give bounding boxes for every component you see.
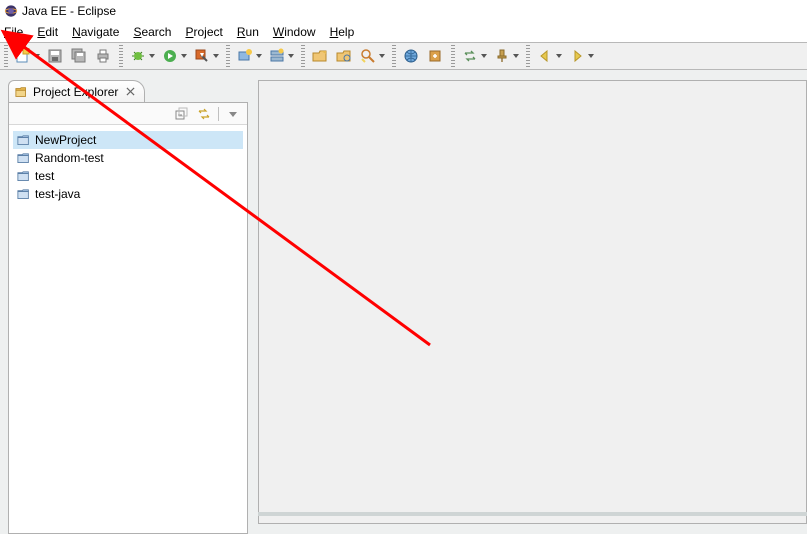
toggle-dropdown[interactable] <box>480 54 488 58</box>
tree-item[interactable]: test-java <box>13 185 243 203</box>
separator <box>218 107 219 121</box>
open-task-button[interactable] <box>333 45 355 67</box>
menu-window[interactable]: Window <box>273 25 316 39</box>
folder-tree-icon <box>15 85 29 99</box>
menu-search[interactable]: Search <box>133 25 171 39</box>
menu-edit[interactable]: Edit <box>37 25 58 39</box>
new-button[interactable] <box>12 45 34 67</box>
run-dropdown[interactable] <box>180 54 188 58</box>
project-folder-icon <box>17 152 31 164</box>
collapse-all-button[interactable] <box>174 106 190 122</box>
run-button[interactable] <box>159 45 181 67</box>
tree-item[interactable]: test <box>13 167 243 185</box>
open-type-button[interactable] <box>309 45 331 67</box>
debug-dropdown[interactable] <box>148 54 156 58</box>
title-bar: Java EE - Eclipse <box>0 0 807 22</box>
editor-area <box>258 80 807 534</box>
debug-button[interactable] <box>127 45 149 67</box>
link-editor-button[interactable] <box>196 106 212 122</box>
forward-dropdown[interactable] <box>587 54 595 58</box>
search-dropdown[interactable] <box>378 54 386 58</box>
search-button[interactable] <box>357 45 379 67</box>
view-menu-button[interactable] <box>225 106 241 122</box>
back-button[interactable] <box>534 45 556 67</box>
workspace: Project Explorer NewProject <box>0 70 807 534</box>
new-project-button[interactable] <box>234 45 256 67</box>
split-bar[interactable] <box>258 512 807 516</box>
browser-button[interactable] <box>400 45 422 67</box>
close-icon[interactable] <box>124 86 136 98</box>
project-folder-icon <box>17 170 31 182</box>
project-tree: NewProject Random-test test test-java <box>9 125 247 209</box>
tree-item-label: Random-test <box>35 151 104 165</box>
forward-button[interactable] <box>566 45 588 67</box>
external-tools-button[interactable] <box>191 45 213 67</box>
pin-dropdown[interactable] <box>512 54 520 58</box>
main-toolbar <box>0 42 807 70</box>
new-dropdown[interactable] <box>33 54 41 58</box>
window-title: Java EE - Eclipse <box>22 4 116 18</box>
new-server-button[interactable] <box>266 45 288 67</box>
project-folder-icon <box>17 134 31 146</box>
menu-bar: File Edit Navigate Search Project Run Wi… <box>0 22 807 42</box>
menu-navigate[interactable]: Navigate <box>72 25 119 39</box>
tree-item[interactable]: NewProject <box>13 131 243 149</box>
eclipse-logo-icon <box>4 4 18 18</box>
tree-item[interactable]: Random-test <box>13 149 243 167</box>
tree-item-label: test <box>35 169 54 183</box>
menu-project[interactable]: Project <box>185 25 222 39</box>
toggle-button[interactable] <box>459 45 481 67</box>
menu-help[interactable]: Help <box>330 25 355 39</box>
newserver-dropdown[interactable] <box>287 54 295 58</box>
tree-item-label: test-java <box>35 187 80 201</box>
print-button[interactable] <box>92 45 114 67</box>
external-dropdown[interactable] <box>212 54 220 58</box>
back-dropdown[interactable] <box>555 54 563 58</box>
project-explorer-tab-label: Project Explorer <box>33 85 118 99</box>
editor-empty <box>258 80 807 524</box>
project-folder-icon <box>17 188 31 200</box>
attach-button[interactable] <box>424 45 446 67</box>
project-explorer-tab[interactable]: Project Explorer <box>8 80 145 102</box>
newproj-dropdown[interactable] <box>255 54 263 58</box>
pin-button[interactable] <box>491 45 513 67</box>
tree-item-label: NewProject <box>35 133 96 147</box>
project-explorer-panel: NewProject Random-test test test-java <box>8 102 248 534</box>
save-button[interactable] <box>44 45 66 67</box>
project-explorer-toolbar <box>9 103 247 125</box>
project-explorer-view: Project Explorer NewProject <box>8 80 248 534</box>
saveall-button[interactable] <box>68 45 90 67</box>
menu-file[interactable]: File <box>4 25 23 39</box>
menu-run[interactable]: Run <box>237 25 259 39</box>
